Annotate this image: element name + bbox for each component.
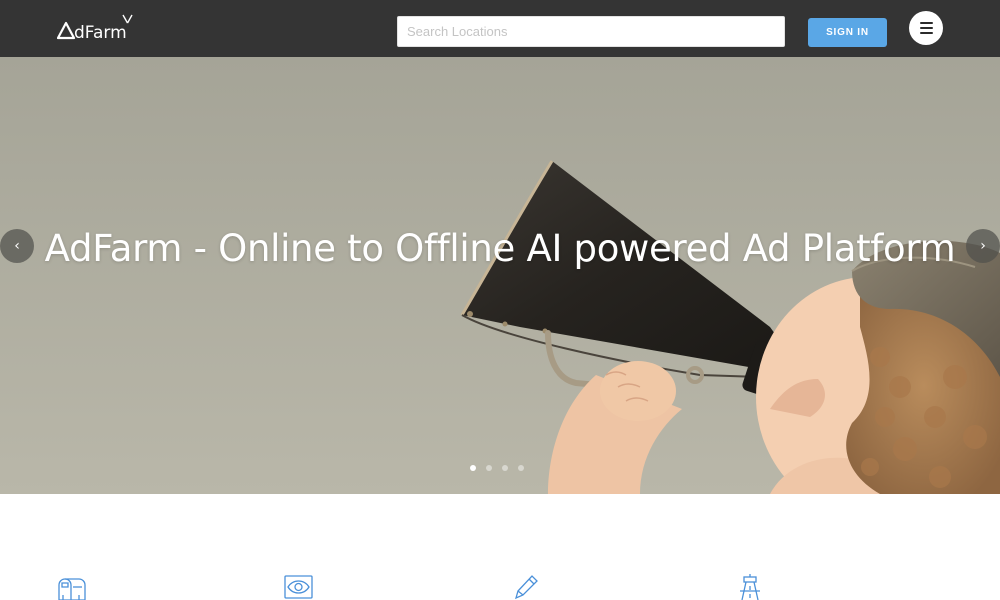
adfarm-logo[interactable]: dFarm [57, 13, 137, 43]
carousel-dot-1[interactable] [470, 465, 476, 471]
hero-carousel: AdFarm - Online to Offline AI powered Ad… [0, 57, 1000, 494]
carousel-dot-4[interactable] [518, 465, 524, 471]
search-locations-input[interactable] [397, 16, 785, 47]
carousel-prev-button[interactable]: ‹ [0, 229, 34, 263]
carousel-dot-3[interactable] [502, 465, 508, 471]
logo-wordmark: dFarm [74, 23, 127, 43]
top-navbar: dFarm SIGN IN [0, 0, 1000, 57]
billboard-icon [740, 574, 760, 600]
carousel-indicators [470, 465, 524, 471]
hamburger-icon [919, 21, 933, 25]
eye-icon [284, 575, 313, 599]
mailbox-icon [58, 578, 86, 600]
hero-background-image [0, 57, 1000, 494]
carousel-next-button[interactable]: › [966, 229, 1000, 263]
features-section [0, 494, 1000, 600]
carousel-dot-2[interactable] [486, 465, 492, 471]
sign-in-button[interactable]: SIGN IN [808, 18, 887, 47]
hero-title: AdFarm - Online to Offline AI powered Ad… [44, 227, 956, 270]
hamburger-menu-button[interactable] [909, 11, 943, 45]
pencil-icon [514, 575, 538, 600]
